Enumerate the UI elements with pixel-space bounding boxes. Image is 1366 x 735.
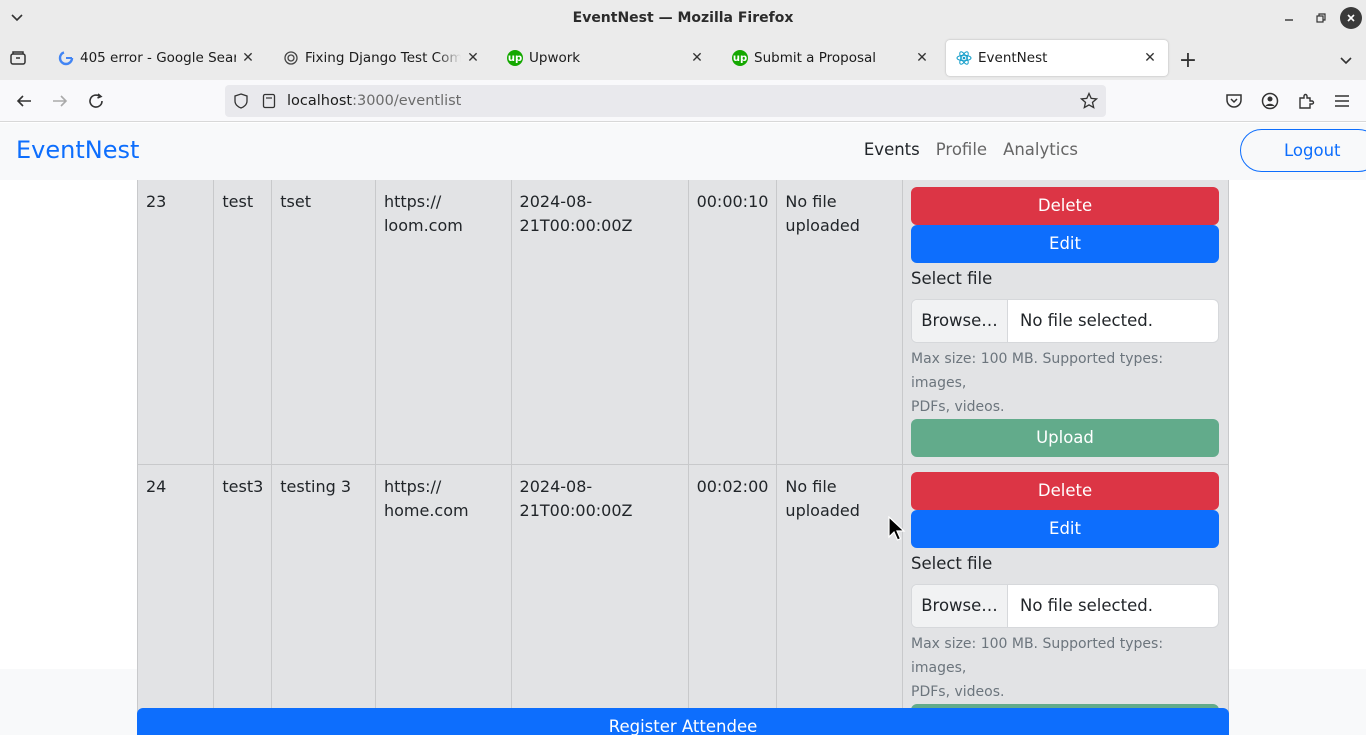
window-menu-chevron-icon[interactable] xyxy=(10,10,26,26)
event-name: test xyxy=(213,180,273,465)
url-text: localhost:3000/eventlist xyxy=(287,93,462,109)
window-title: EventNest — Mozilla Firefox xyxy=(572,10,794,26)
register-attendee-button[interactable]: Register Attendee xyxy=(137,708,1229,735)
upload-button[interactable]: Upload xyxy=(911,419,1219,457)
tab-eventnest[interactable]: EventNest ✕ xyxy=(946,40,1168,76)
select-file-label: Select file xyxy=(911,554,993,573)
file-input-status: No file selected. xyxy=(1020,596,1153,615)
select-file-label: Select file xyxy=(911,269,993,288)
url-bar[interactable]: localhost:3000/eventlist xyxy=(225,85,1106,117)
tab-label: Fixing Django Test Comman xyxy=(305,50,461,66)
event-name: test3 xyxy=(213,464,273,735)
event-actions: Delete Edit Select file Browse… No file … xyxy=(902,464,1229,735)
account-icon[interactable] xyxy=(1258,89,1282,113)
tab-close-icon[interactable]: ✕ xyxy=(240,50,256,66)
brand-logo[interactable]: EventNest xyxy=(16,136,139,164)
event-link: https://home.com xyxy=(374,464,512,735)
tab-fixing-django[interactable]: Fixing Django Test Comman ✕ xyxy=(273,40,491,76)
tab-label: Submit a Proposal xyxy=(754,50,877,66)
tab-overview-icon[interactable] xyxy=(8,48,30,70)
delete-button[interactable]: Delete xyxy=(911,472,1219,510)
tab-label: EventNest xyxy=(978,50,1048,66)
nav-analytics[interactable]: Analytics xyxy=(1003,140,1078,159)
event-description: testing 3 xyxy=(271,464,376,735)
file-hint: Max size: 100 MB. Supported types: image… xyxy=(911,351,1164,415)
table-row: 24 test3 testing 3 https://home.com 2024… xyxy=(136,464,1229,735)
browser-navbar: localhost:3000/eventlist xyxy=(0,80,1366,122)
edit-button[interactable]: Edit xyxy=(911,225,1219,263)
reload-icon[interactable] xyxy=(84,89,108,113)
extensions-icon[interactable] xyxy=(1294,89,1318,113)
web-page: EventNest Events Profile Analytics Logou… xyxy=(0,123,1366,735)
mouse-cursor-icon xyxy=(888,516,906,541)
new-tab-icon[interactable]: + xyxy=(1176,48,1200,73)
restore-icon[interactable] xyxy=(1308,5,1334,31)
tab-upwork[interactable]: up Upwork ✕ xyxy=(497,40,715,76)
upwork-icon: up xyxy=(507,50,523,66)
nav-links: Events Profile Analytics xyxy=(864,140,1078,159)
react-icon xyxy=(956,50,972,66)
google-icon xyxy=(58,50,74,66)
delete-button[interactable]: Delete xyxy=(911,187,1219,225)
event-description: tset xyxy=(271,180,376,465)
nav-profile[interactable]: Profile xyxy=(936,140,987,159)
tab-label: Upwork xyxy=(529,50,581,66)
tab-close-icon[interactable]: ✕ xyxy=(689,50,705,66)
shield-icon[interactable] xyxy=(233,93,249,109)
event-date: 2024-08-21T00:00:00Z xyxy=(510,180,689,465)
tab-close-icon[interactable]: ✕ xyxy=(1142,50,1158,66)
tab-close-icon[interactable]: ✕ xyxy=(914,50,930,66)
hamburger-menu-icon[interactable] xyxy=(1330,89,1354,113)
tab-google-search[interactable]: 405 error - Google Search ✕ xyxy=(48,40,266,76)
events-table: 23 test tset https://loom.com 2024-08-21… xyxy=(136,180,1229,735)
back-arrow-icon[interactable] xyxy=(12,89,36,113)
event-date: 2024-08-21T00:00:00Z xyxy=(510,464,689,735)
openai-icon xyxy=(283,50,299,66)
event-id: 23 xyxy=(136,180,215,465)
file-input[interactable]: Browse… No file selected. xyxy=(911,299,1219,343)
event-link: https://loom.com xyxy=(374,180,512,465)
event-id: 24 xyxy=(136,464,215,735)
logout-button[interactable]: Logout xyxy=(1240,129,1366,172)
window-close-icon[interactable] xyxy=(1340,7,1362,29)
bookmark-star-icon[interactable] xyxy=(1080,92,1098,110)
list-all-tabs-icon[interactable] xyxy=(1334,48,1358,72)
tab-submit-proposal[interactable]: up Submit a Proposal ✕ xyxy=(722,40,940,76)
table-row: 23 test tset https://loom.com 2024-08-21… xyxy=(136,180,1229,465)
page-info-icon[interactable] xyxy=(261,93,277,109)
file-hint: Max size: 100 MB. Supported types: image… xyxy=(911,636,1164,700)
forward-arrow-icon[interactable] xyxy=(48,89,72,113)
upwork-icon: up xyxy=(732,50,748,66)
tab-strip: 405 error - Google Search ✕ Fixing Djang… xyxy=(0,36,1366,80)
tab-close-icon[interactable]: ✕ xyxy=(465,50,481,66)
browse-button[interactable]: Browse… xyxy=(912,585,1008,627)
edit-button[interactable]: Edit xyxy=(911,510,1219,548)
event-file-status: No file uploaded xyxy=(776,180,903,465)
browse-button[interactable]: Browse… xyxy=(912,300,1008,342)
event-actions: Delete Edit Select file Browse… No file … xyxy=(902,180,1229,465)
minimize-icon[interactable] xyxy=(1276,5,1302,31)
window-titlebar: EventNest — Mozilla Firefox xyxy=(0,0,1366,36)
tab-label: 405 error - Google Search xyxy=(80,50,236,66)
nav-events[interactable]: Events xyxy=(864,140,920,159)
file-input[interactable]: Browse… No file selected. xyxy=(911,584,1219,628)
event-duration: 00:00:10 xyxy=(687,180,778,465)
file-input-status: No file selected. xyxy=(1020,311,1153,330)
event-file-status: No file uploaded xyxy=(776,464,903,735)
event-duration: 00:02:00 xyxy=(687,464,778,735)
app-navbar: EventNest Events Profile Analytics Logou… xyxy=(0,123,1366,180)
pocket-icon[interactable] xyxy=(1222,89,1246,113)
